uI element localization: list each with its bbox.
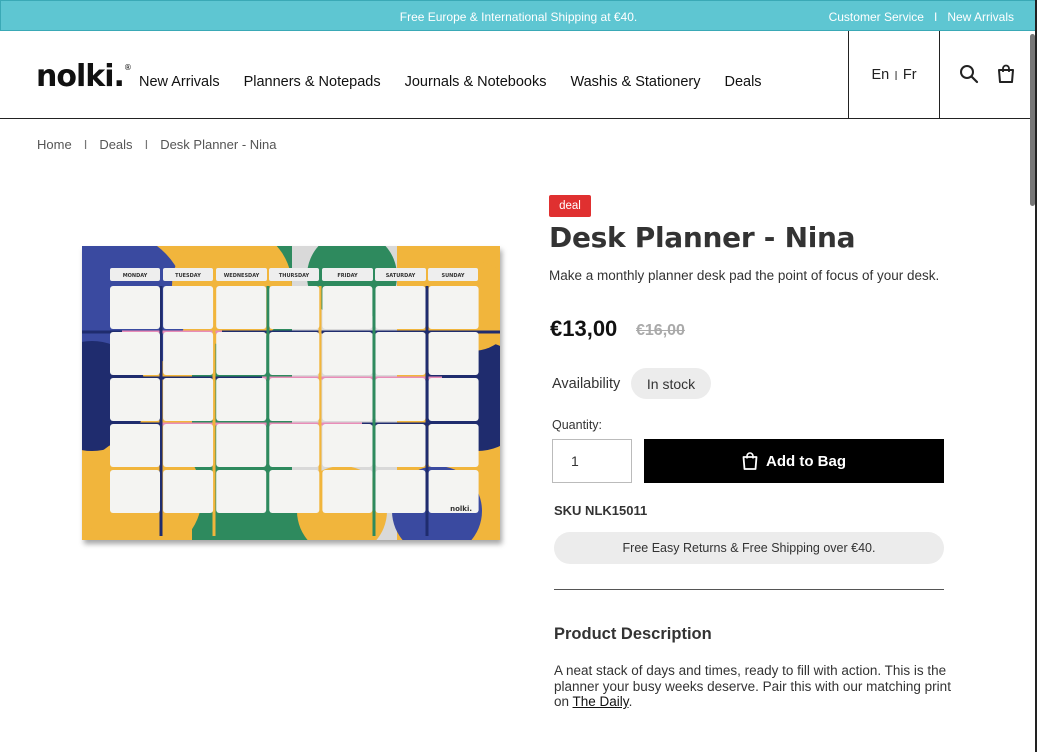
desk-planner-illustration: MONDAY TUESDAY WEDNESDAY THURSDAY FRIDAY… (82, 246, 500, 540)
deal-badge: deal (549, 195, 591, 217)
planner-day-cell (428, 424, 479, 467)
product-description-heading: Product Description (554, 625, 712, 643)
section-divider (554, 589, 944, 590)
planner-day-cell (163, 424, 214, 467)
lang-en[interactable]: En (871, 67, 889, 83)
planner-day-cell (375, 378, 426, 421)
nav-washis-stationery[interactable]: Washis & Stationery (570, 74, 700, 90)
planner-day-cell (216, 424, 267, 467)
product-title: Desk Planner - Nina (549, 221, 856, 254)
breadcrumb-home[interactable]: Home (37, 137, 72, 152)
planner-day-cell (163, 332, 214, 375)
nav-journals-notebooks[interactable]: Journals & Notebooks (405, 74, 547, 90)
topbar-links: Customer Service I New Arrivals (829, 10, 1014, 24)
nav-new-arrivals[interactable]: New Arrivals (139, 74, 220, 90)
planner-day-cell (269, 424, 320, 467)
planner-day-cell (110, 424, 160, 467)
main-nav: New Arrivals Planners & Notepads Journal… (139, 74, 762, 90)
planner-day-cell (163, 286, 214, 329)
planner-day-cell (216, 378, 267, 421)
add-to-bag-label: Add to Bag (766, 452, 846, 470)
quantity-input[interactable] (552, 439, 632, 483)
planner-day-cell (110, 470, 160, 513)
planner-day-cell (322, 332, 373, 375)
bag-icon[interactable] (996, 64, 1016, 84)
add-to-bag-button[interactable]: Add to Bag (644, 439, 944, 483)
planner-day-cell (322, 286, 373, 329)
bag-icon (742, 452, 758, 470)
breadcrumb-separator: I (144, 137, 149, 152)
planner-day-cell (322, 424, 373, 467)
planner-day-cell (163, 378, 214, 421)
lang-separator: I (894, 67, 898, 83)
customer-service-link[interactable]: Customer Service (829, 10, 924, 24)
planner-day-cell (375, 286, 426, 329)
planner-day-cell (110, 286, 160, 329)
planner-day-cell (375, 332, 426, 375)
search-icon[interactable] (959, 64, 979, 84)
breadcrumb-deals[interactable]: Deals (99, 137, 132, 152)
announcement-bar: Free Europe & International Shipping at … (0, 0, 1037, 31)
day-header-wednesday: WEDNESDAY (224, 273, 260, 279)
description-end: . (628, 694, 633, 709)
day-header-saturday: SATURDAY (386, 273, 416, 279)
planner-day-cell (428, 286, 479, 329)
product-sku: SKU NLK15011 (554, 503, 648, 518)
quantity-label: Quantity: (552, 418, 603, 432)
availability-label: Availability (552, 376, 621, 392)
sale-price: €13,00 (550, 316, 618, 341)
original-price: €16,00 (636, 322, 685, 339)
product-image[interactable]: MONDAY TUESDAY WEDNESDAY THURSDAY FRIDAY… (82, 246, 500, 540)
planner-day-headers: MONDAY TUESDAY WEDNESDAY THURSDAY FRIDAY… (110, 268, 478, 281)
day-header-monday: MONDAY (123, 273, 148, 279)
returns-shipping-notice: Free Easy Returns & Free Shipping over €… (554, 532, 944, 564)
nav-deals[interactable]: Deals (724, 74, 761, 90)
planner-day-cell (216, 332, 267, 375)
planner-day-cell (322, 378, 373, 421)
day-header-thursday: THURSDAY (279, 273, 310, 279)
planner-day-cell (163, 470, 214, 513)
site-header: nolki.® New Arrivals Planners & Notepads… (0, 31, 1037, 119)
day-header-sunday: SUNDAY (441, 273, 464, 279)
planner-day-cell (375, 424, 426, 467)
planner-day-cell (216, 470, 267, 513)
language-switcher: En I Fr (848, 31, 940, 119)
planner-day-cell (110, 378, 160, 421)
new-arrivals-link[interactable]: New Arrivals (947, 10, 1014, 24)
product-short-description: Make a monthly planner desk pad the poin… (549, 268, 940, 283)
product-description-text: A neat stack of days and times, ready to… (554, 663, 954, 710)
breadcrumb-separator: I (83, 137, 88, 152)
planner-day-cell (269, 332, 320, 375)
lang-fr[interactable]: Fr (903, 67, 917, 83)
the-daily-link[interactable]: The Daily (573, 694, 629, 709)
topbar-separator: I (933, 10, 938, 24)
planner-day-cell (269, 470, 320, 513)
planner-day-cell (428, 332, 479, 375)
planner-day-cells (110, 286, 479, 513)
breadcrumb-current: Desk Planner - Nina (160, 137, 277, 152)
planner-day-cell (322, 470, 373, 513)
nolki-logo[interactable]: nolki.® (36, 59, 132, 94)
breadcrumb: Home I Deals I Desk Planner - Nina (37, 137, 277, 152)
day-header-friday: FRIDAY (337, 273, 358, 279)
planner-day-cell (269, 378, 320, 421)
planner-day-cell (216, 286, 267, 329)
day-header-tuesday: TUESDAY (175, 273, 201, 279)
stock-status-badge: In stock (631, 368, 711, 399)
planner-day-cell (375, 470, 426, 513)
planner-day-cell (428, 378, 479, 421)
planner-brand-mark: nolki. (450, 505, 472, 513)
planner-day-cell (269, 286, 320, 329)
nav-planners-notepads[interactable]: Planners & Notepads (244, 74, 381, 90)
planner-day-cell (110, 332, 160, 375)
